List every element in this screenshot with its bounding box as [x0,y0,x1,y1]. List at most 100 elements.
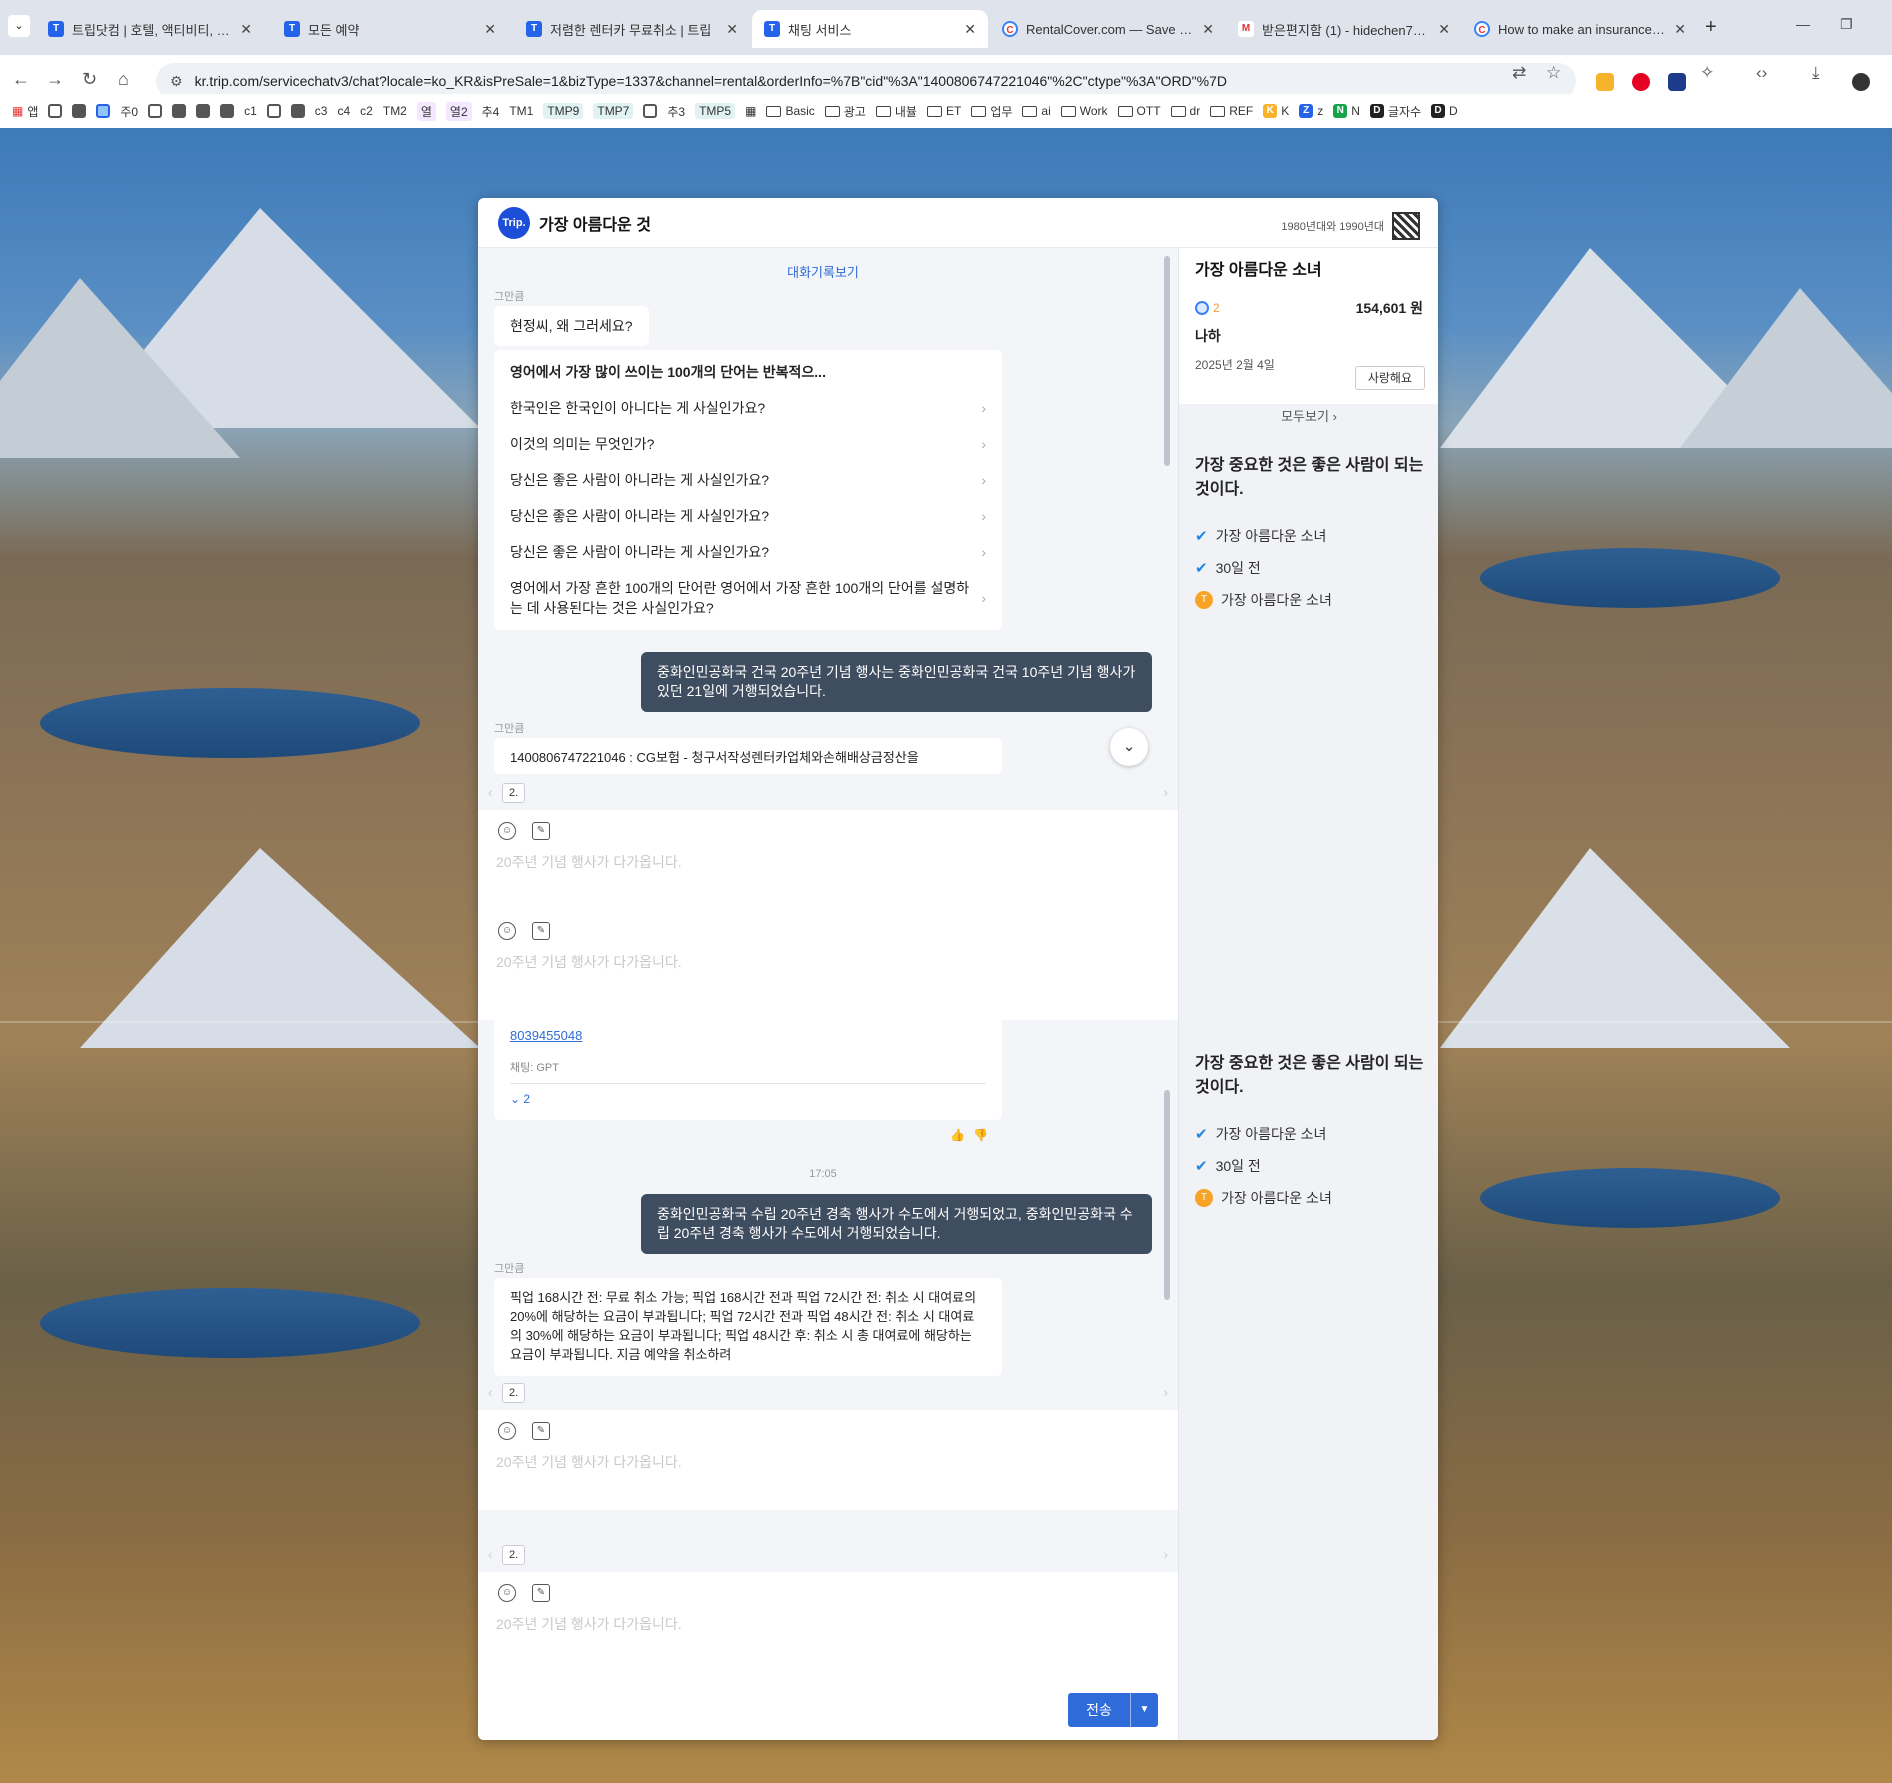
bookmark-apps[interactable]: ▦ 앱 [12,103,38,120]
faq-item[interactable]: 이것의 의미는 무엇인가? › [510,426,986,462]
faq-item[interactable]: 당신은 좋은 사람이 아니라는 게 사실인가요? › [510,462,986,498]
bookmark-grid-icon[interactable]: ▦ [745,104,756,118]
edit-icon[interactable]: ✎ [532,1422,550,1440]
bookmark-item[interactable]: NN [1333,104,1360,118]
bookmark-item[interactable] [148,104,163,118]
edit-icon[interactable]: ✎ [532,822,550,840]
bookmark-item[interactable]: 열 [416,101,436,121]
bookmark-folder[interactable]: dr [1170,104,1200,118]
chevron-right-icon[interactable]: › [1164,1385,1168,1400]
tab-rentalcover[interactable]: C RentalCover.com — Save On Y ✕ [990,10,1226,48]
bookmark-item[interactable]: 추4 [482,103,500,120]
bookmark-item[interactable] [96,104,111,118]
bookmark-item[interactable] [172,104,187,118]
bookmark-folder[interactable]: ET [926,104,961,118]
faq-item[interactable]: 당신은 좋은 사람이 아니라는 게 사실인가요? › [510,534,986,570]
bookmark-item[interactable]: KK [1263,104,1289,118]
bookmark-item[interactable] [196,104,211,118]
close-tab-icon[interactable]: ✕ [964,21,976,38]
chat-scrollbar[interactable] [1164,256,1170,466]
scroll-down-button[interactable]: ⌄ [1110,728,1148,766]
reply-count-badge[interactable]: 2. [502,783,526,803]
bookmark-item[interactable]: TM2 [383,104,407,118]
tab-search-button[interactable]: ⌄ [8,15,30,37]
caret-down-icon[interactable]: ▼ [1130,1693,1158,1727]
order-action-button[interactable]: 사랑해요 [1354,366,1425,390]
input-placeholder[interactable]: 20주년 기념 행사가 다가옵니다. [496,952,682,972]
bookmark-folder[interactable]: OTT [1117,104,1161,118]
chevron-right-icon[interactable]: › [1164,1547,1168,1562]
bookmark-folder-work[interactable]: Work [1060,104,1108,118]
bookmark-item[interactable]: TMP7 [593,103,634,119]
tab-rental-car[interactable]: T 저렴한 렌터카 무료취소 | 트립 ✕ [514,10,750,48]
profile-avatar[interactable] [1852,73,1870,91]
tab-gmail[interactable]: M 받은편지함 (1) - hidechen75@ ✕ [1226,10,1462,48]
reply-count-badge[interactable]: 2. [502,1545,526,1565]
edit-icon[interactable]: ✎ [532,922,550,940]
message-input-area[interactable]: ☺ ✎ 20주년 기념 행사가 다가옵니다. [478,1410,1178,1510]
site-info-icon[interactable]: ⚙ [170,73,183,90]
bookmark-item[interactable]: Zz [1299,104,1323,118]
emoji-icon[interactable]: ☺ [498,822,516,840]
bookmark-folder[interactable]: 업무 [971,103,1012,120]
bookmark-item[interactable]: TMP9 [543,103,584,119]
close-tab-icon[interactable]: ✕ [240,21,252,38]
message-input-area[interactable]: ☺ ✎ 20주년 기념 행사가 다가옵니다. [478,910,1178,1020]
downloads-icon[interactable]: ⤓ [1812,63,1820,83]
message-input-area[interactable]: ☺ ✎ 20주년 기념 행사가 다가옵니다. [478,810,1178,910]
faq-item[interactable]: 한국인은 한국인이 아니다는 게 사실인가요? › [510,390,986,426]
bookmark-item[interactable] [48,104,63,118]
edit-icon[interactable]: ✎ [532,1584,550,1602]
expand-toggle[interactable]: ⌄ 2 [510,1092,986,1106]
emoji-icon[interactable]: ☺ [498,1422,516,1440]
reply-count-badge[interactable]: 2. [502,1383,526,1403]
pinterest-icon[interactable] [1632,73,1650,91]
home-icon[interactable]: ⌂ [118,69,129,90]
close-tab-icon[interactable]: ✕ [1674,21,1686,38]
translate-icon[interactable]: ⇄ [1512,63,1526,83]
bookmark-item[interactable]: 열2 [445,101,472,121]
url-text[interactable]: kr.trip.com/servicechatv3/chat?locale=ko… [195,73,1227,89]
view-all-link[interactable]: 모두보기 › [1179,406,1438,425]
close-tab-icon[interactable]: ✕ [726,21,738,38]
bookmark-item[interactable]: D 글자수 [1369,103,1421,120]
view-history-link[interactable]: 대화기록보기 [478,262,1168,281]
bookmark-item[interactable]: c4 [337,104,350,118]
bookmark-item[interactable]: c2 [360,104,373,118]
faq-item[interactable]: 영어에서 가장 흔한 100개의 단어란 영어에서 가장 흔한 100개의 단어… [510,570,986,626]
close-tab-icon[interactable]: ✕ [484,21,496,38]
tab-all-bookings[interactable]: T 모든 예약 ✕ [272,10,508,48]
send-button[interactable]: 전송 ▼ [1068,1693,1158,1727]
restore-icon[interactable]: ❐ [1840,16,1853,33]
bookmark-folder[interactable]: REF [1210,104,1253,118]
feedback-icons[interactable]: 👍👎 [950,1128,996,1142]
bookmark-item[interactable]: 주0 [120,103,138,120]
bookmark-folder[interactable]: 광고 [824,103,866,120]
input-placeholder[interactable]: 20주년 기념 행사가 다가옵니다. [496,852,682,872]
minimize-icon[interactable]: — [1796,16,1810,32]
bookmark-item[interactable]: c3 [315,104,328,118]
chevron-left-icon[interactable]: ‹ [488,1385,492,1400]
tab-insurance-claim[interactable]: C How to make an insurance cla ✕ [1462,10,1698,48]
chevron-left-icon[interactable]: ‹ [488,785,492,800]
bookmark-item[interactable]: c1 [244,104,257,118]
extension-yellow-icon[interactable] [1596,73,1614,91]
bookmark-item[interactable] [220,104,235,118]
bookmark-star-icon[interactable]: ☆ [1546,63,1561,83]
tab-tripcom[interactable]: T 트립닷컴 | 호텔, 액티비티, 항공 ✕ [36,10,264,48]
forward-icon[interactable]: → [46,69,64,90]
emoji-icon[interactable]: ☺ [498,922,516,940]
chevron-left-icon[interactable]: ‹ [488,1547,492,1562]
bookmark-item[interactable] [290,104,305,118]
bookmark-item[interactable]: 추3 [667,103,685,120]
download-extension-icon[interactable] [1668,73,1686,91]
back-icon[interactable]: ← [12,69,30,90]
bookmark-item[interactable] [266,104,281,118]
bookmark-item[interactable]: TMP5 [695,103,736,119]
bookmark-item[interactable] [72,104,87,118]
new-tab-icon[interactable]: + [1705,16,1717,39]
devtools-icon[interactable]: ‹› [1756,63,1767,83]
extensions-puzzle-icon[interactable]: ✧ [1700,63,1714,83]
bookmark-folder[interactable]: 내뷸 [875,103,917,120]
bookmark-item[interactable]: DD [1431,104,1458,118]
